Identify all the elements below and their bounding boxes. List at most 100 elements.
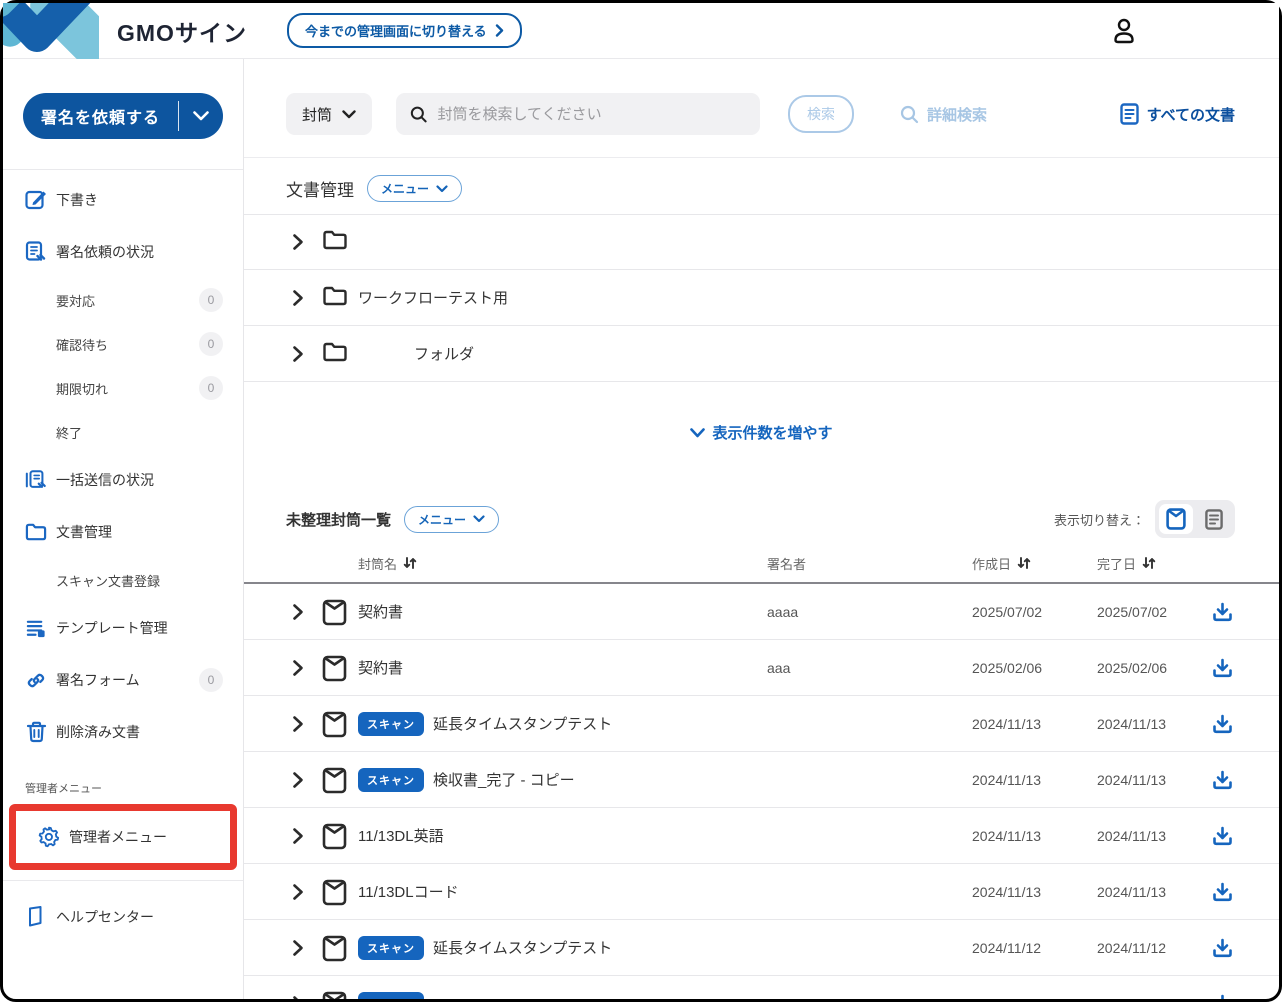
advanced-search-link[interactable]: 詳細検索 [900,104,987,125]
search-icon [900,105,919,124]
view-toggle-label: 表示切り替え： [1054,510,1145,529]
document-management-header: 文書管理 メニュー [286,175,1235,202]
expand-chevron-icon[interactable] [290,995,308,1000]
envelope-icon [322,879,348,905]
request-signature-button[interactable]: 署名を依頼する [23,93,223,139]
search-button[interactable]: 検索 [788,95,854,133]
sort-icon[interactable] [403,556,417,570]
sidebar-item[interactable]: 期限切れ0 [3,366,243,410]
expand-chevron-icon[interactable] [290,715,308,733]
envelope-row[interactable]: 契約書aaaa2025/07/022025/07/02 [244,584,1279,640]
all-documents-link[interactable]: すべての文書 [1120,103,1235,125]
folder-list: ワークフローテスト用フォルダ [244,214,1279,382]
envelope-row[interactable]: スキャン延長タイムスタンプテスト2024/11/132024/11/13 [244,696,1279,752]
show-more-link[interactable]: 表示件数を増やす [244,422,1279,443]
envelope-name: 11/13DLコード [358,881,459,902]
download-button[interactable] [1209,602,1235,622]
envelope-icon [322,767,348,793]
download-button[interactable] [1209,826,1235,846]
sidebar-item[interactable]: 要対応0 [3,278,243,322]
count-badge: 0 [199,376,223,400]
download-button[interactable] [1209,938,1235,958]
document-view-button[interactable] [1197,504,1231,534]
folder-row[interactable]: フォルダ [244,326,1279,382]
switch-admin-screen-button[interactable]: 今までの管理画面に切り替える [287,13,522,48]
created-date-cell: 2024/11/11 [972,996,1097,1000]
sidebar-item[interactable]: 削除済み文書 [3,706,243,758]
envelope-row[interactable]: スキャン2024/11/112024/11/11 [244,976,1279,999]
folder-icon [322,229,348,255]
completed-date-cell: 2025/02/06 [1097,660,1209,676]
sidebar-item[interactable]: 署名フォーム0 [3,654,243,706]
sidebar-item[interactable]: 確認待ち0 [3,322,243,366]
envelope-view-button[interactable] [1159,504,1193,534]
trash-icon [25,721,47,743]
chevron-down-icon [690,428,705,438]
created-date-cell: 2024/11/13 [972,884,1097,900]
expand-chevron-icon[interactable] [290,883,308,901]
sidebar-item-admin-menu[interactable]: 管理者メニュー [16,811,230,863]
sidebar-item-label: 下書き [56,190,98,210]
search-row: 封筒 検索 詳細検索 すべての文書 [286,93,1235,135]
sidebar-item-label: 管理者メニュー [69,827,167,847]
search-input[interactable] [437,106,746,123]
scan-badge: スキャン [358,712,424,736]
sidebar-item[interactable]: 一括送信の状況 [3,454,243,506]
sidebar-item-label: 一括送信の状況 [56,470,154,490]
download-button[interactable] [1209,994,1235,1000]
sort-icon[interactable] [1017,556,1031,570]
sidebar-item-label: ヘルプセンター [56,907,154,927]
download-button[interactable] [1209,714,1235,734]
help-book-icon [25,906,47,928]
envelope-row[interactable]: 11/13DLコード2024/11/132024/11/13 [244,864,1279,920]
chevron-down-icon [342,110,356,119]
download-button[interactable] [1209,770,1235,790]
help-section: ヘルプセンター [3,880,243,943]
envelopes-menu-button[interactable]: メニュー [404,506,499,533]
menu-label: メニュー [418,511,466,528]
sidebar-item[interactable]: 文書管理 [3,506,243,558]
advanced-search-label: 詳細検索 [927,104,987,125]
sidebar-item[interactable]: 終了 [3,410,243,454]
sidebar: 署名を依頼する 下書き署名依頼の状況要対応0確認待ち0期限切れ0終了一括送信の状… [3,59,244,999]
expand-chevron-icon[interactable] [290,603,308,621]
envelope-row[interactable]: スキャン延長タイムスタンプテスト2024/11/122024/11/12 [244,920,1279,976]
expand-chevron-icon[interactable] [290,233,308,251]
download-button[interactable] [1209,658,1235,678]
expand-chevron-icon[interactable] [290,771,308,789]
expand-chevron-icon[interactable] [290,345,308,363]
sort-icon[interactable] [1142,556,1156,570]
sidebar-item-help-center[interactable]: ヘルプセンター [3,891,243,943]
user-account-icon[interactable] [1111,17,1137,45]
envelope-row[interactable]: スキャン検収書_完了 - コピー2024/11/132024/11/13 [244,752,1279,808]
envelope-table-header: 封筒名 署名者 作成日 完了日 [244,544,1279,584]
sidebar-item[interactable]: 下書き [3,174,243,226]
envelope-row[interactable]: 契約書aaa2025/02/062025/02/06 [244,640,1279,696]
folder-name: ワークフローテスト用 [358,287,508,308]
download-button[interactable] [1209,882,1235,902]
created-date-cell: 2024/11/13 [972,828,1097,844]
document-management-menu-button[interactable]: メニュー [367,175,462,202]
chevron-down-icon[interactable] [179,93,223,139]
completed-date-cell: 2024/11/13 [1097,828,1209,844]
sidebar-item[interactable]: 署名依頼の状況 [3,226,243,278]
envelope-name: 延長タイムスタンプテスト [433,713,612,734]
envelope-name: 11/13DL英語 [358,825,444,846]
gmo-logo-mark [3,3,99,59]
expand-chevron-icon[interactable] [290,659,308,677]
envelope-icon [322,711,348,737]
draft-icon [25,189,47,211]
folder-row[interactable] [244,214,1279,270]
sidebar-item[interactable]: スキャン文書登録 [3,558,243,602]
expand-chevron-icon[interactable] [290,827,308,845]
count-badge: 0 [199,668,223,692]
sidebar-item-label: スキャン文書登録 [56,571,160,590]
main-content: 封筒 検索 詳細検索 すべての文書 文書管理 [244,59,1279,999]
envelope-row[interactable]: 11/13DL英語 2024/11/132024/11/13 [244,808,1279,864]
expand-chevron-icon[interactable] [290,939,308,957]
expand-chevron-icon[interactable] [290,289,308,307]
completed-date-cell: 2025/07/02 [1097,604,1209,620]
folder-row[interactable]: ワークフローテスト用 [244,270,1279,326]
sidebar-item[interactable]: テンプレート管理 [3,602,243,654]
search-scope-dropdown[interactable]: 封筒 [286,93,372,135]
